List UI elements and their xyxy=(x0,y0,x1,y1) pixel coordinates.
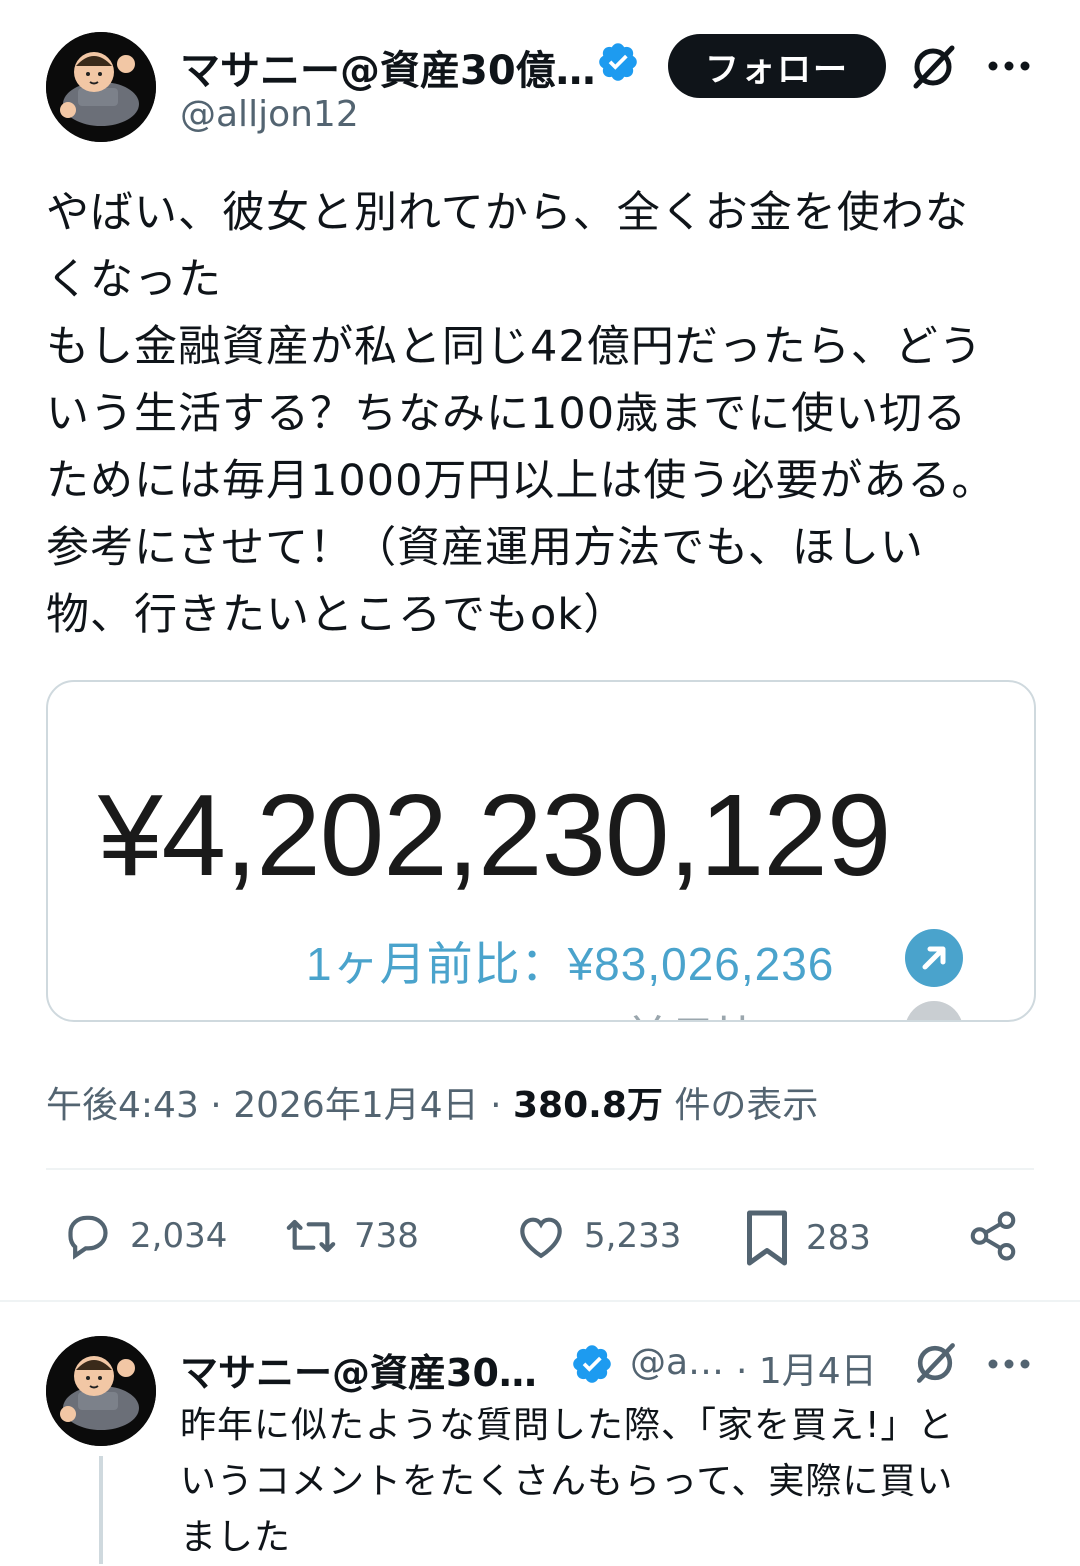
tweet-time[interactable]: 午後4:43 xyxy=(46,1085,199,1126)
bookmark-button[interactable]: 283 xyxy=(742,1208,871,1268)
tweet-date[interactable]: 2026年1月4日 xyxy=(233,1085,478,1126)
bookmark-icon xyxy=(747,1210,787,1266)
meta-separator: · xyxy=(210,1085,222,1126)
meta-separator: · xyxy=(490,1085,502,1126)
reply-author-handle[interactable]: @a… xyxy=(630,1342,724,1383)
daily-change-icon xyxy=(904,1000,964,1020)
like-button[interactable]: 5,233 xyxy=(512,1208,681,1264)
grok-icon[interactable] xyxy=(906,40,960,94)
attached-image[interactable]: ¥4,202,230,129 1ヶ月前比：¥83,026,236 前日比：¥0 xyxy=(46,680,1036,1022)
reply-count: 2,034 xyxy=(130,1216,228,1256)
reply-date[interactable]: · 1月4日 xyxy=(736,1342,877,1394)
more-options-icon[interactable] xyxy=(986,58,1032,74)
follow-button[interactable]: フォロー xyxy=(668,34,886,98)
divider xyxy=(46,1168,1034,1170)
section-divider xyxy=(0,1300,1080,1302)
bookmark-count: 283 xyxy=(806,1218,871,1258)
retweet-icon xyxy=(286,1219,336,1253)
heart-icon xyxy=(520,1217,562,1259)
monthly-change: 1ヶ月前比：¥83,026,236 xyxy=(306,938,835,990)
retweet-count: 738 xyxy=(354,1216,419,1256)
tweet-text: やばい、彼女と別れてから、全くお金を使わな くなった もし金融資産が私と同じ42… xyxy=(46,188,996,640)
reply-more-options-icon[interactable] xyxy=(986,1356,1032,1372)
verified-badge-icon xyxy=(596,40,640,84)
daily-change: 前日比：¥0 xyxy=(624,1002,859,1020)
share-button[interactable] xyxy=(966,1208,1034,1264)
author-name[interactable]: マサニー@資産30億… xyxy=(180,38,596,96)
arrow-up-right-icon xyxy=(904,928,964,992)
share-icon xyxy=(970,1211,1016,1261)
reply-author-avatar[interactable] xyxy=(46,1336,156,1446)
reply-icon xyxy=(68,1215,108,1260)
reply-text: 昨年に似たような質問した際、「家を買え!」と いうコメントをたくさんもらって、実… xyxy=(180,1405,955,1558)
reply-author-name[interactable]: マサニー@資産30… xyxy=(180,1342,537,1397)
reply-verified-badge-icon xyxy=(570,1342,614,1386)
reply-grok-icon[interactable] xyxy=(910,1338,960,1388)
views-label: 件の表示 xyxy=(674,1085,819,1126)
author-handle[interactable]: @alljon12 xyxy=(180,94,359,135)
asset-amount: ¥4,202,230,129 xyxy=(98,770,891,900)
tweet-meta: 午後4:43 · 2026年1月4日 · 380.8万 件の表示 xyxy=(46,1076,818,1128)
author-avatar[interactable] xyxy=(46,32,156,142)
like-count: 5,233 xyxy=(584,1216,682,1256)
retweet-button[interactable]: 738 xyxy=(282,1208,419,1264)
reply-button[interactable]: 2,034 xyxy=(60,1208,227,1264)
views-count: 380.8万 xyxy=(513,1085,663,1126)
thread-line xyxy=(99,1456,103,1564)
